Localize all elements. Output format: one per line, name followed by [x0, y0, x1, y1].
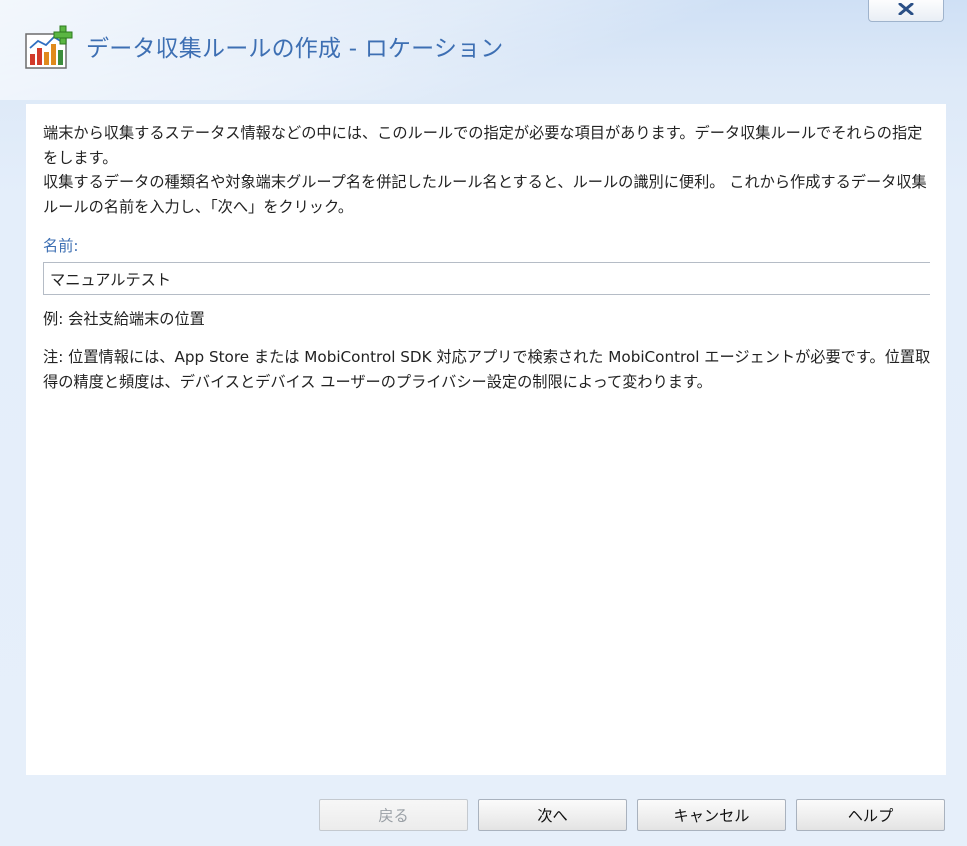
note-text: 注: 位置情報には、App Store または MobiControl SDK …	[43, 348, 931, 391]
example-text: 例: 会社支給端末の位置	[43, 310, 205, 328]
next-button[interactable]: 次へ	[478, 799, 627, 831]
name-label: 名前:	[43, 237, 79, 255]
close-icon	[898, 3, 914, 15]
description: 端末から収集するステータス情報などの中には、このルールでの指定が必要な項目があり…	[43, 121, 933, 219]
name-input[interactable]	[43, 262, 930, 295]
description-line-1: 端末から収集するステータス情報などの中には、このルールでの指定が必要な項目があり…	[43, 124, 923, 167]
close-button[interactable]	[868, 0, 944, 22]
description-line-2: 収集するデータの種類名や対象端末グループ名を併記したルール名とすると、ルールの識…	[43, 173, 927, 216]
dialog-title: データ収集ルールの作成 - ロケーション	[86, 36, 504, 62]
help-button[interactable]: ヘルプ	[796, 799, 945, 831]
cancel-button[interactable]: キャンセル	[637, 799, 786, 831]
back-button[interactable]: 戻る	[319, 799, 468, 831]
content-panel: 端末から収集するステータス情報などの中には、このルールでの指定が必要な項目があり…	[26, 104, 946, 775]
chart-add-icon	[24, 24, 74, 70]
